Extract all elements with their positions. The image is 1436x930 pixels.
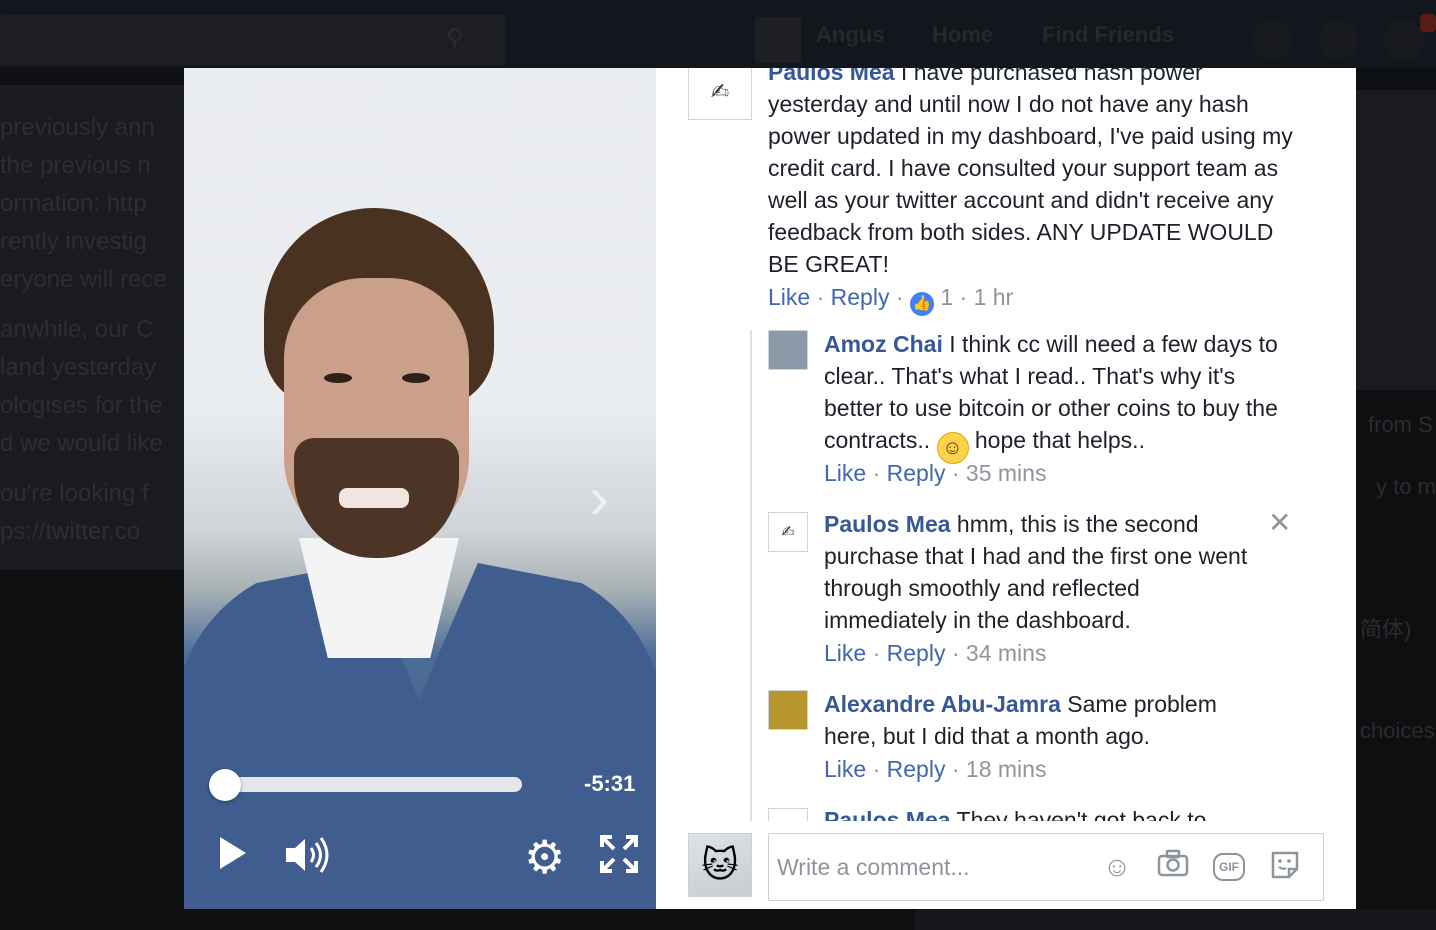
- doodle-avatar-icon: ✍: [781, 524, 795, 541]
- video-progress-bar[interactable]: [210, 777, 522, 792]
- comment-author[interactable]: Alexandre Abu-Jamra: [824, 691, 1061, 717]
- reply-body: Amoz Chai I think cc will need a few day…: [824, 328, 1294, 464]
- comments-panel: ✍ Paulos Mea I have purchased hash power…: [656, 68, 1356, 909]
- video-person-eye: [324, 373, 352, 383]
- comment-timestamp[interactable]: 34 mins: [966, 640, 1047, 666]
- background-nav-user: Angus: [816, 22, 885, 47]
- background-right-panel: [1356, 90, 1436, 390]
- background-post-line: the previous n: [0, 152, 151, 179]
- background-right-text: y to me: [1376, 474, 1436, 499]
- close-icon[interactable]: ✕: [1268, 506, 1291, 539]
- messages-icon: [1318, 20, 1358, 60]
- play-icon[interactable]: [218, 835, 248, 871]
- avatar[interactable]: [768, 330, 808, 370]
- next-chevron-icon[interactable]: ›: [589, 463, 609, 532]
- comment-text: hope that helps..: [968, 427, 1145, 453]
- reply-link[interactable]: Reply: [831, 284, 890, 310]
- comment-author[interactable]: Amoz Chai: [824, 331, 943, 357]
- video-player[interactable]: › -5:31 ⚙: [184, 68, 656, 909]
- background-nav-home: Home: [932, 22, 994, 47]
- search-icon: ⚲: [446, 25, 464, 52]
- sticker-icon[interactable]: [1267, 849, 1303, 885]
- avatar[interactable]: ✍: [688, 68, 752, 120]
- like-link[interactable]: Like: [768, 284, 810, 310]
- background-profile-avatar: [755, 17, 801, 63]
- background-post-line: d we would like: [0, 430, 163, 457]
- video-person-mouth: [339, 488, 409, 508]
- doodle-avatar-icon: ✍: [769, 809, 807, 821]
- comment-composer[interactable]: ☺ GIF: [768, 833, 1324, 901]
- background-post-line: eryone will rece: [0, 266, 167, 293]
- comment-timestamp[interactable]: 35 mins: [966, 460, 1047, 486]
- like-link[interactable]: Like: [824, 640, 866, 666]
- background-post-line: anwhile, our C: [0, 316, 154, 343]
- doodle-avatar-icon: ✍: [710, 79, 730, 104]
- reply-link[interactable]: Reply: [887, 460, 946, 486]
- avatar[interactable]: ✍: [768, 512, 808, 552]
- friend-requests-icon: [1252, 20, 1292, 60]
- like-link[interactable]: Like: [824, 460, 866, 486]
- background-post-line: ormation: http: [0, 190, 147, 217]
- fullscreen-icon[interactable]: [600, 835, 638, 882]
- comment-actions: Like · Reply · 34 mins: [824, 640, 1047, 666]
- reply-link[interactable]: Reply: [887, 640, 946, 666]
- background-post-line: ou're looking f: [0, 480, 149, 507]
- background-post-line: previously ann: [0, 114, 155, 141]
- video-progress-knob[interactable]: [209, 769, 241, 801]
- avatar[interactable]: ✍: [768, 808, 808, 821]
- video-person-eye: [402, 373, 430, 383]
- settings-gear-icon[interactable]: ⚙: [524, 830, 565, 884]
- background-right-text: 简体): [1360, 617, 1412, 642]
- like-link[interactable]: Like: [824, 756, 866, 782]
- reply-link[interactable]: Reply: [887, 756, 946, 782]
- comment-body: Paulos Mea I have purchased hash power y…: [768, 68, 1303, 280]
- background-search-bar: [0, 15, 506, 65]
- notification-badge: [1420, 14, 1436, 32]
- comment-actions: Like · Reply · 👍 1 · 1 hr: [768, 284, 1013, 316]
- background-nav-find-friends: Find Friends: [1042, 22, 1174, 47]
- background-post-line: ps://twitter.co: [0, 518, 141, 545]
- comment-text: They haven't got back to: [950, 807, 1207, 821]
- camera-icon[interactable]: [1155, 849, 1191, 885]
- reply-body: Alexandre Abu-Jamra Same problem here, b…: [824, 688, 1264, 752]
- gif-icon[interactable]: GIF: [1213, 853, 1245, 881]
- background-right-text: from S: [1368, 412, 1433, 437]
- comment-timestamp[interactable]: 1 hr: [974, 284, 1014, 310]
- comment-timestamp[interactable]: 18 mins: [966, 756, 1047, 782]
- reaction-count[interactable]: 1: [940, 284, 953, 310]
- emoji-icon[interactable]: ☺: [1099, 849, 1135, 885]
- background-post-line: land yesterday: [0, 354, 157, 381]
- comment-actions: Like · Reply · 18 mins: [824, 756, 1047, 782]
- avatar[interactable]: [768, 690, 808, 730]
- like-reaction-icon: 👍: [909, 292, 934, 316]
- comments-list[interactable]: ✍ Paulos Mea I have purchased hash power…: [656, 68, 1356, 821]
- comment-author[interactable]: Paulos Mea: [824, 807, 951, 821]
- reply-body: Paulos Mea hmm, this is the second purch…: [824, 508, 1264, 636]
- volume-icon[interactable]: [284, 835, 330, 884]
- time-remaining: -5:31: [584, 771, 636, 796]
- background-footer: [915, 910, 1436, 930]
- comment-author[interactable]: Paulos Mea: [768, 68, 895, 85]
- comment-author[interactable]: Paulos Mea: [824, 511, 951, 537]
- comment-text: I have purchased hash power yesterday an…: [768, 68, 1293, 277]
- replies-thread-line: [750, 330, 752, 821]
- current-user-avatar: 🐱: [688, 833, 752, 897]
- comment-input[interactable]: [777, 850, 1087, 884]
- background-post-line: rently investig: [0, 228, 147, 255]
- background-right-text: choices: [1360, 718, 1435, 743]
- notifications-icon: [1384, 20, 1424, 60]
- comment-actions: Like · Reply · 35 mins: [824, 460, 1047, 486]
- reply-body: Paulos Mea They haven't got back to: [824, 804, 1264, 821]
- background-post-line: ologises for the: [0, 392, 163, 419]
